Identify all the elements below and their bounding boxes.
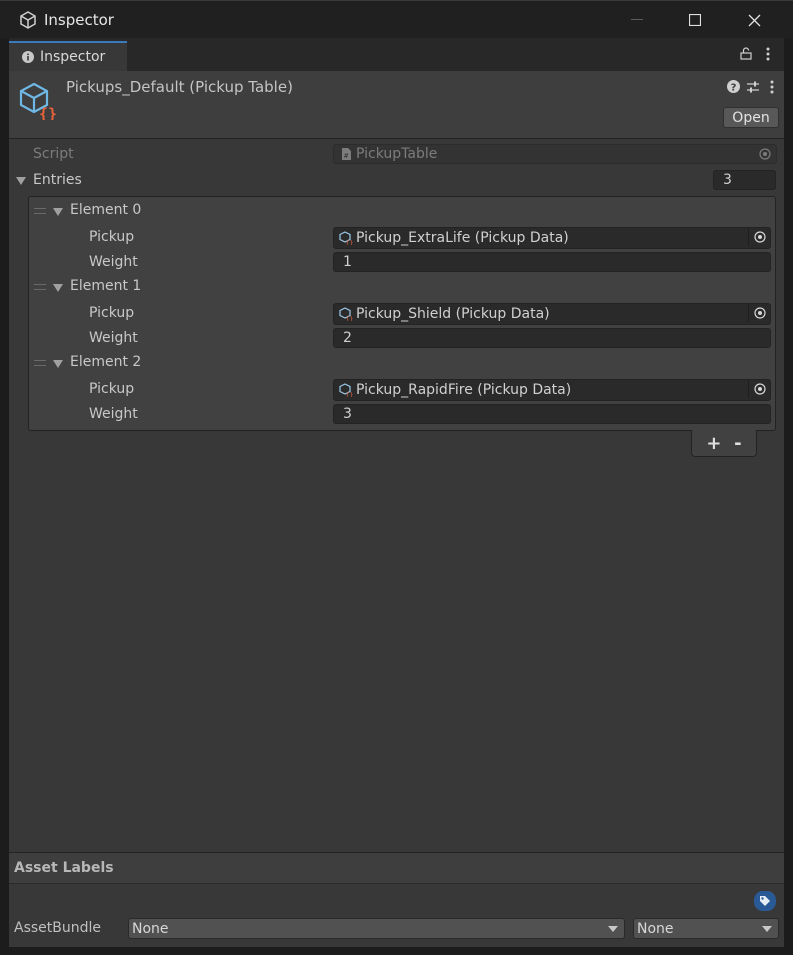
entries-label[interactable]: Entries — [33, 172, 82, 188]
tab-label: Inspector — [40, 49, 106, 65]
element-1-label[interactable]: Element 1 — [70, 278, 141, 294]
object-picker-icon — [753, 383, 766, 395]
element-0-pickup-value: Pickup_ExtraLife (Pickup Data) — [356, 230, 569, 246]
minimize-button[interactable] — [608, 1, 666, 39]
scriptable-object-icon: {} — [19, 82, 57, 120]
tab-bar: Inspector — [9, 38, 784, 71]
presets-icon[interactable] — [746, 80, 760, 94]
asset-title: Pickups_Default (Pickup Table) — [66, 78, 293, 96]
element-1-weight-value: 2 — [343, 330, 352, 346]
assetbundle-variant-dropdown[interactable]: None — [633, 918, 779, 939]
svg-text:{}: {} — [39, 105, 57, 120]
assetbundle-variant-value: None — [637, 920, 674, 937]
drag-handle-element-1[interactable] — [34, 284, 46, 290]
window-title: Inspector — [44, 11, 114, 29]
close-icon — [748, 14, 760, 26]
element-1-weight-field[interactable]: 2 — [333, 328, 771, 348]
element-2-foldout-arrow[interactable] — [53, 360, 63, 368]
header-menu-icon[interactable] — [769, 80, 775, 94]
add-element-button[interactable]: + — [706, 433, 721, 454]
script-value: PickupTable — [356, 146, 438, 162]
pickup-data-icon: {} — [339, 383, 353, 397]
svg-text:{}: {} — [346, 392, 353, 397]
close-button[interactable] — [725, 1, 783, 39]
maximize-icon — [689, 14, 701, 26]
element-0-foldout-arrow[interactable] — [53, 208, 63, 216]
minimize-icon — [631, 19, 643, 20]
script-picker — [754, 145, 776, 163]
maximize-button[interactable] — [666, 1, 724, 39]
list-add-remove-footer: + - — [691, 430, 757, 457]
tab-inspector[interactable]: Inspector — [9, 41, 127, 71]
help-icon[interactable]: ? — [727, 80, 740, 93]
tab-menu-icon[interactable] — [765, 47, 771, 61]
assetbundle-name-value: None — [132, 920, 169, 937]
element-0-pickup-picker[interactable] — [748, 228, 770, 246]
element-2-pickup-label: Pickup — [89, 381, 135, 397]
tag-icon[interactable] — [754, 891, 776, 911]
element-0-pickup-field[interactable]: {} Pickup_ExtraLife (Pickup Data) — [333, 227, 771, 249]
element-1-pickup-value: Pickup_Shield (Pickup Data) — [356, 306, 550, 322]
drag-handle-element-2[interactable] — [34, 360, 46, 366]
info-icon — [22, 51, 34, 63]
entries-count: 3 — [723, 172, 732, 188]
script-field: # PickupTable — [333, 144, 777, 164]
lock-icon[interactable] — [740, 47, 752, 60]
inspector-window: Inspector {} Pickups_Default (Pickup Tab… — [9, 38, 784, 947]
element-2-pickup-field[interactable]: {} Pickup_RapidFire (Pickup Data) — [333, 379, 771, 401]
chevron-down-icon — [762, 926, 772, 932]
assetbundle-name-dropdown[interactable]: None — [128, 918, 625, 939]
object-picker-icon — [753, 231, 766, 243]
assetbundle-label: AssetBundle — [14, 920, 102, 936]
open-button[interactable]: Open — [723, 107, 779, 128]
inspector-header: {} Pickups_Default (Pickup Table) ? Open — [9, 71, 784, 139]
element-1-foldout-arrow[interactable] — [53, 284, 63, 292]
remove-element-button[interactable]: - — [734, 433, 741, 454]
element-0-label[interactable]: Element 0 — [70, 202, 141, 218]
asset-labels-bar: Asset Labels — [9, 852, 784, 884]
element-1-pickup-picker[interactable] — [748, 304, 770, 322]
element-1-weight-label: Weight — [89, 330, 138, 346]
pickup-data-icon: {} — [339, 307, 353, 321]
svg-text:{}: {} — [346, 316, 353, 321]
entries-size-field[interactable]: 3 — [713, 170, 776, 190]
element-1-pickup-label: Pickup — [89, 305, 135, 321]
svg-text:{}: {} — [346, 240, 353, 245]
object-picker-icon — [759, 148, 771, 160]
element-0-weight-label: Weight — [89, 254, 138, 270]
pickup-data-icon: {} — [339, 231, 353, 245]
element-0-weight-value: 1 — [343, 254, 352, 270]
element-2-label[interactable]: Element 2 — [70, 354, 141, 370]
unity-icon — [20, 11, 36, 29]
element-0-pickup-label: Pickup — [89, 229, 135, 245]
element-2-weight-field[interactable]: 3 — [333, 404, 771, 424]
svg-text:?: ? — [731, 83, 737, 94]
element-2-weight-label: Weight — [89, 406, 138, 422]
element-2-pickup-value: Pickup_RapidFire (Pickup Data) — [356, 382, 572, 398]
drag-handle-element-0[interactable] — [34, 208, 46, 214]
element-2-pickup-picker[interactable] — [748, 380, 770, 398]
asset-labels-title: Asset Labels — [14, 860, 114, 876]
element-2-weight-value: 3 — [343, 406, 352, 422]
script-file-icon: # — [342, 148, 351, 160]
object-picker-icon — [753, 307, 766, 319]
element-0-weight-field[interactable]: 1 — [333, 252, 771, 272]
window-title-bar: Inspector — [0, 0, 793, 38]
script-label: Script — [33, 146, 74, 162]
chevron-down-icon — [608, 926, 618, 932]
element-1-pickup-field[interactable]: {} Pickup_Shield (Pickup Data) — [333, 303, 771, 325]
entries-foldout-arrow[interactable] — [16, 177, 26, 185]
